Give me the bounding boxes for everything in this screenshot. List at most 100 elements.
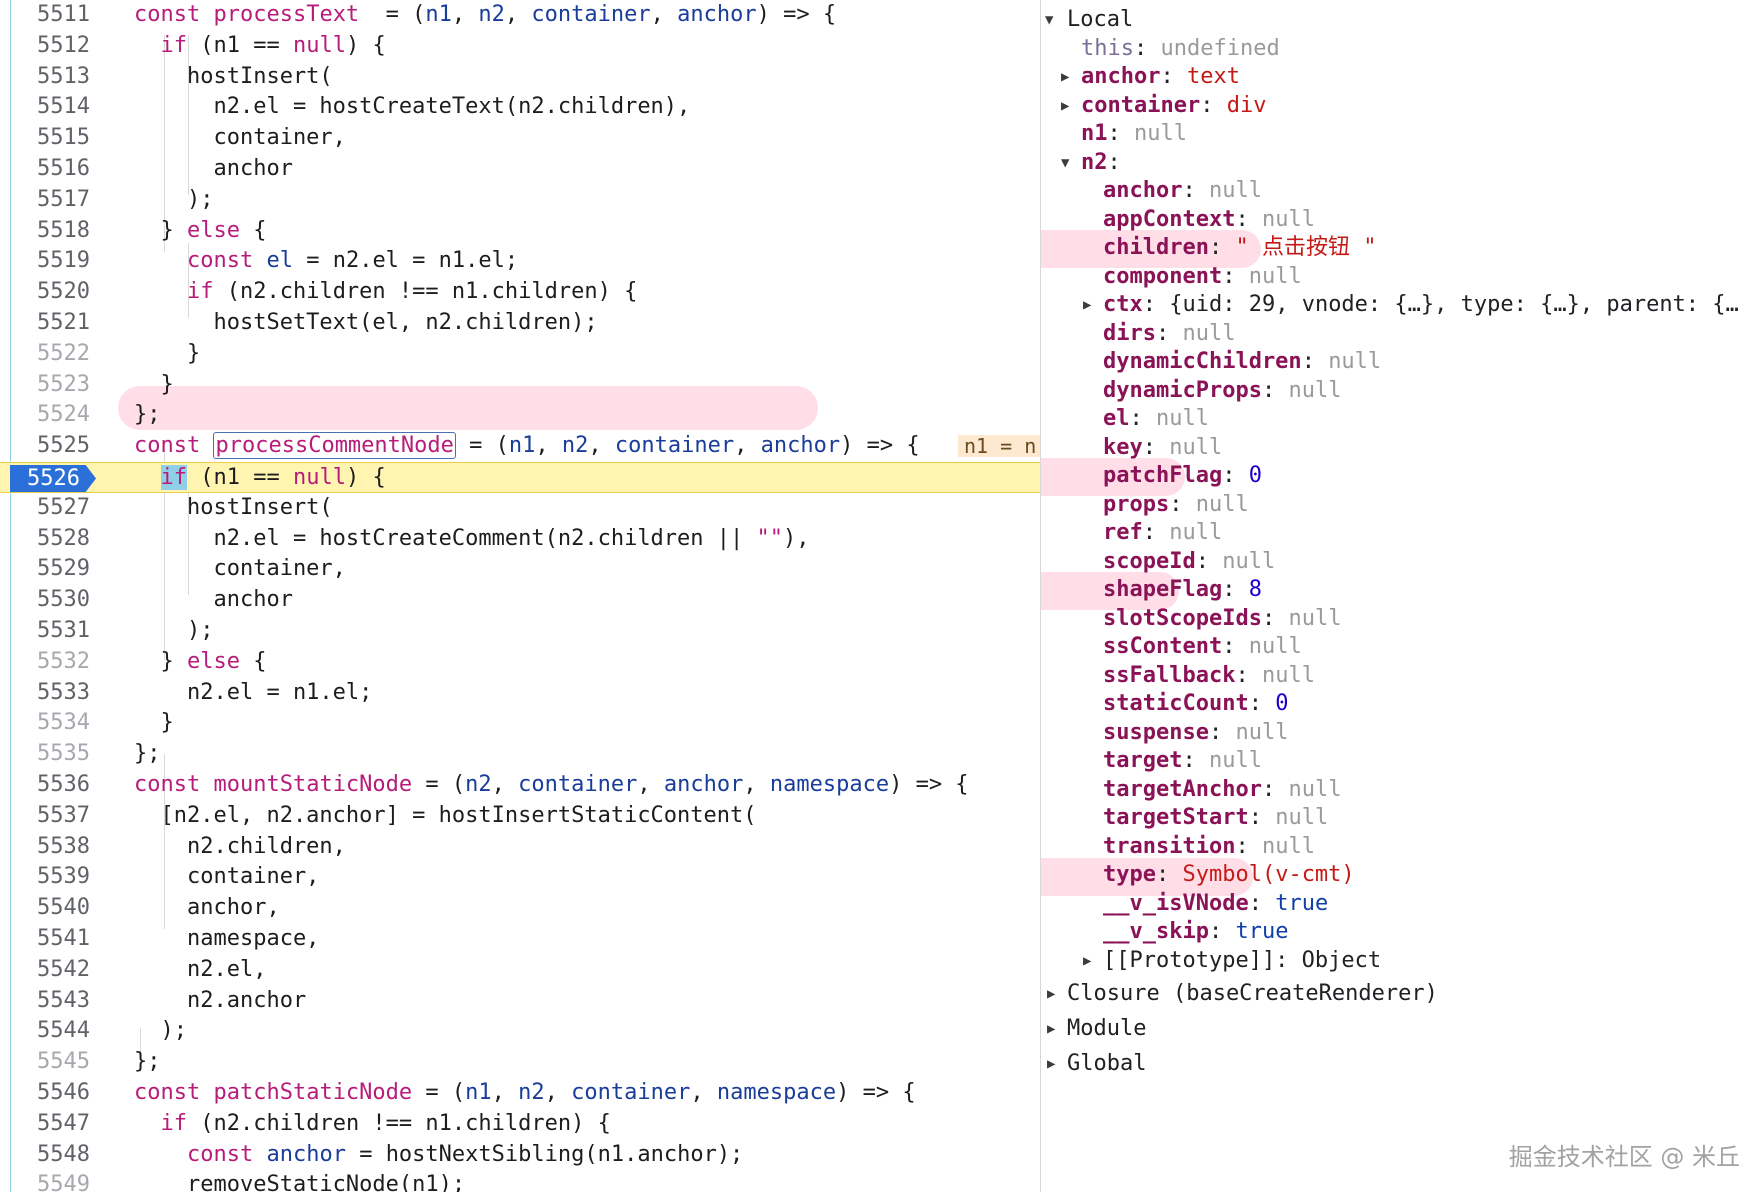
line-number[interactable]: 5523 xyxy=(10,370,90,401)
code-line[interactable]: 5522 } xyxy=(0,339,1040,370)
line-number[interactable]: 5540 xyxy=(10,893,90,924)
n2-property-row[interactable]: targetStart: null xyxy=(1103,802,1328,834)
line-number[interactable]: 5532 xyxy=(10,647,90,678)
n2-property-row[interactable]: ssFallback: null xyxy=(1103,660,1315,692)
code-line[interactable]: 5538 n2.children, xyxy=(0,832,1040,863)
line-number[interactable]: 5512 xyxy=(10,31,90,62)
code-line[interactable]: 5546 const patchStaticNode = (n1, n2, con… xyxy=(0,1078,1040,1109)
code-line[interactable]: 5524}; xyxy=(0,400,1040,431)
collapsed-triangle-icon[interactable]: ▶ xyxy=(1061,61,1069,93)
code-line[interactable]: 5537 [n2.el, n2.anchor] = hostInsertStat… xyxy=(0,801,1040,832)
n2-property-row[interactable]: scopeId: null xyxy=(1103,546,1275,578)
line-number[interactable]: 5533 xyxy=(10,678,90,709)
line-number[interactable]: 5519 xyxy=(10,246,90,277)
n2-property-row[interactable]: suspense: null xyxy=(1103,717,1288,749)
n2-property-row[interactable]: props: null xyxy=(1103,489,1249,521)
closure-scope-header[interactable]: Closure (baseCreateRenderer) xyxy=(1067,978,1438,1010)
line-number[interactable]: 5513 xyxy=(10,62,90,93)
code-line[interactable]: 5521 hostSetText(el, n2.children); xyxy=(0,308,1040,339)
line-number[interactable]: 5527 xyxy=(10,493,90,524)
code-line[interactable]: 5549 removeStaticNode(n1); xyxy=(0,1170,1040,1192)
code-line[interactable]: 5540 anchor, xyxy=(0,893,1040,924)
code-line[interactable]: 5544 ); xyxy=(0,1016,1040,1047)
line-number[interactable]: 5547 xyxy=(10,1109,90,1140)
scope-variable-row[interactable]: n1: null xyxy=(1081,118,1187,150)
line-number[interactable]: 5539 xyxy=(10,862,90,893)
line-number[interactable]: 5548 xyxy=(10,1140,90,1171)
code-line[interactable]: 5516 anchor xyxy=(0,154,1040,185)
line-number[interactable]: 5530 xyxy=(10,585,90,616)
line-number[interactable]: 5524 xyxy=(10,400,90,431)
code-line[interactable]: 5534 } xyxy=(0,708,1040,739)
line-number[interactable]: 5544 xyxy=(10,1016,90,1047)
line-number[interactable]: 5515 xyxy=(10,123,90,154)
global-expand-icon[interactable]: ▶ xyxy=(1047,1048,1055,1080)
line-number[interactable]: 5520 xyxy=(10,277,90,308)
this-row[interactable]: this: undefined xyxy=(1081,33,1280,65)
line-number[interactable]: 5522 xyxy=(10,339,90,370)
code-line[interactable]: 5518 } else { xyxy=(0,216,1040,247)
n2-property-row[interactable]: targetAnchor: null xyxy=(1103,774,1341,806)
n2-property-row[interactable]: target: null xyxy=(1103,745,1262,777)
line-number[interactable]: 5535 xyxy=(10,739,90,770)
code-line[interactable]: 5525 const processCommentNode = (n1, n2, … xyxy=(0,431,1040,462)
code-line[interactable]: 5530 anchor xyxy=(0,585,1040,616)
line-number[interactable]: 5543 xyxy=(10,986,90,1017)
n2-property-row[interactable]: ref: null xyxy=(1103,517,1222,549)
line-number[interactable]: 5546 xyxy=(10,1078,90,1109)
code-line[interactable]: 5513 hostInsert( xyxy=(0,62,1040,93)
n2-property-row[interactable]: transition: null xyxy=(1103,831,1315,863)
code-line[interactable]: 5514 n2.el = hostCreateText(n2.children)… xyxy=(0,92,1040,123)
code-line[interactable]: 5541 namespace, xyxy=(0,924,1040,955)
n2-property-row[interactable]: dirs: null xyxy=(1103,318,1235,350)
inline-value-hint[interactable]: n1 = n xyxy=(958,435,1040,458)
line-number[interactable]: 5525 xyxy=(10,431,90,462)
n2-property-row[interactable]: staticCount: 0 xyxy=(1103,688,1288,720)
scope-variable-row[interactable]: anchor: text xyxy=(1081,61,1240,93)
n2-property-row[interactable]: type: Symbol(v-cmt) xyxy=(1103,859,1355,891)
n2-property-row[interactable]: dynamicChildren: null xyxy=(1103,346,1381,378)
n2-property-row[interactable]: __v_isVNode: true xyxy=(1103,888,1328,920)
line-number[interactable]: 5528 xyxy=(10,524,90,555)
n2-property-row[interactable]: ssContent: null xyxy=(1103,631,1302,663)
n2-row[interactable]: n2: xyxy=(1081,147,1121,179)
line-number[interactable]: 5518 xyxy=(10,216,90,247)
code-line[interactable]: 5520 if (n2.children !== n1.children) { xyxy=(0,277,1040,308)
code-line[interactable]: 5539 container, xyxy=(0,862,1040,893)
code-line[interactable]: 5523 } xyxy=(0,370,1040,401)
line-number[interactable]: 5514 xyxy=(10,92,90,123)
n2-property-row[interactable]: component: null xyxy=(1103,261,1302,293)
n2-property-row[interactable]: slotScopeIds: null xyxy=(1103,603,1341,635)
code-line[interactable]: 5512 if (n1 == null) { xyxy=(0,31,1040,62)
code-line[interactable]: 5526 if (n1 == null) { xyxy=(0,462,1040,493)
code-line[interactable]: 5543 n2.anchor xyxy=(0,986,1040,1017)
collapsed-triangle-icon[interactable]: ▶ xyxy=(1083,945,1091,977)
line-number[interactable]: 5521 xyxy=(10,308,90,339)
n2-expand-icon[interactable]: ▼ xyxy=(1061,147,1069,179)
n2-property-row[interactable]: appContext: null xyxy=(1103,204,1315,236)
line-number[interactable]: 5541 xyxy=(10,924,90,955)
n2-property-row[interactable]: dynamicProps: null xyxy=(1103,375,1341,407)
n2-property-row[interactable]: shapeFlag: 8 xyxy=(1103,574,1262,606)
n2-property-row[interactable]: key: null xyxy=(1103,432,1222,464)
line-number[interactable]: 5516 xyxy=(10,154,90,185)
module-scope-header[interactable]: Module xyxy=(1067,1013,1146,1045)
code-line[interactable]: 5528 n2.el = hostCreateComment(n2.childr… xyxy=(0,524,1040,555)
local-scope-header[interactable]: Local xyxy=(1067,4,1133,36)
line-number[interactable]: 5517 xyxy=(10,185,90,216)
n2-property-row[interactable]: __v_skip: true xyxy=(1103,916,1288,948)
code-line[interactable]: 5532 } else { xyxy=(0,647,1040,678)
code-line[interactable]: 5519 const el = n2.el = n1.el; xyxy=(0,246,1040,277)
code-line[interactable]: 5531 ); xyxy=(0,616,1040,647)
code-line[interactable]: 5545}; xyxy=(0,1047,1040,1078)
code-line[interactable]: 5542 n2.el, xyxy=(0,955,1040,986)
code-line[interactable]: 5517 ); xyxy=(0,185,1040,216)
code-line[interactable]: 5548 const anchor = hostNextSibling(n1.a… xyxy=(0,1140,1040,1171)
line-number[interactable]: 5536 xyxy=(10,770,90,801)
n2-property-row[interactable]: patchFlag: 0 xyxy=(1103,460,1262,492)
code-line[interactable]: 5535}; xyxy=(0,739,1040,770)
code-line[interactable]: 5547 if (n2.children !== n1.children) { xyxy=(0,1109,1040,1140)
line-number[interactable]: 5534 xyxy=(10,708,90,739)
n2-property-row[interactable]: anchor: null xyxy=(1103,175,1262,207)
line-number[interactable]: 5549 xyxy=(10,1170,90,1192)
